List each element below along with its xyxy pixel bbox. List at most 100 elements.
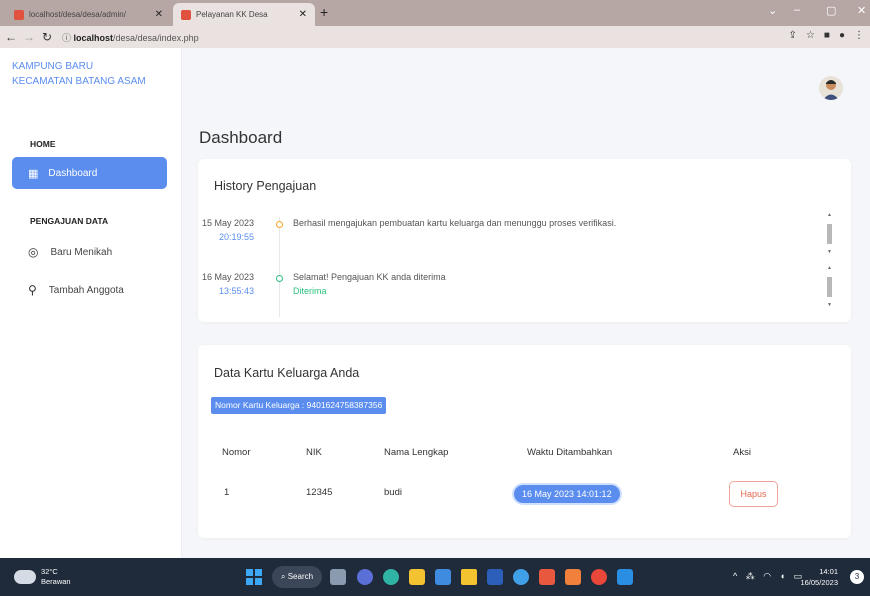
sidepanel-icon[interactable]: ■ bbox=[824, 30, 830, 41]
history-date-day: 15 May 2023 bbox=[201, 218, 254, 228]
edge-icon[interactable] bbox=[383, 569, 399, 585]
kk-title: Data Kartu Keluarga Anda bbox=[214, 366, 360, 380]
history-scrollbar-1[interactable]: ▲ ▼ bbox=[825, 212, 834, 256]
xampp-icon[interactable] bbox=[565, 569, 581, 585]
history-entry: 16 May 2023 13:55:43 Selamat! Pengajuan … bbox=[198, 270, 818, 318]
scroll-thumb[interactable] bbox=[827, 277, 832, 297]
vscode-icon[interactable] bbox=[617, 569, 633, 585]
menu-icon[interactable]: ⋮ bbox=[854, 30, 864, 41]
column-header-aksi: Aksi bbox=[733, 447, 751, 458]
store-icon[interactable] bbox=[435, 569, 451, 585]
section-pengajuan: PENGAJUAN DATA bbox=[30, 216, 109, 226]
cell-nama: budi bbox=[384, 487, 402, 498]
history-text: Selamat! Pengajuan KK anda diterima Dite… bbox=[293, 270, 446, 298]
taskbar: 32°C Berawan ⌕ Search ^ ⁂ ◠ ◖ ▭ 14:01 16… bbox=[0, 558, 870, 596]
clock-time: 14:01 bbox=[819, 567, 838, 576]
new-tab-button[interactable]: + bbox=[320, 4, 328, 20]
scroll-down-icon[interactable]: ▼ bbox=[827, 249, 832, 255]
clock[interactable]: 14:01 16/05/2023 bbox=[800, 566, 838, 588]
page-title: Dashboard bbox=[199, 128, 283, 147]
hapus-button[interactable]: Hapus bbox=[729, 481, 778, 507]
browser-tab-bar: localhost/desa/desa/admin/ ✕ Pelayanan K… bbox=[0, 0, 870, 26]
column-header-waktu: Waktu Ditambahkan bbox=[527, 447, 613, 458]
close-icon[interactable]: ✕ bbox=[299, 9, 307, 20]
history-message: Selamat! Pengajuan KK anda diterima bbox=[293, 272, 446, 282]
word-icon[interactable] bbox=[487, 569, 503, 585]
app-icon[interactable] bbox=[539, 569, 555, 585]
section-home: HOME bbox=[30, 139, 56, 149]
browser-tab-pelayanan[interactable]: Pelayanan KK Desa ✕ bbox=[173, 3, 315, 26]
user-plus-icon: ⚲ bbox=[28, 283, 37, 297]
favicon-icon bbox=[14, 9, 24, 20]
chrome-icon[interactable] bbox=[591, 569, 607, 585]
favicon-icon bbox=[181, 9, 191, 20]
scroll-up-icon[interactable]: ▲ bbox=[827, 212, 832, 218]
scroll-up-icon[interactable]: ▲ bbox=[827, 265, 832, 271]
timeline-dot bbox=[276, 275, 283, 282]
column-header-nomor: Nomor bbox=[222, 447, 251, 458]
kk-number-badge: Nomor Kartu Keluarga : 9401624758387356 bbox=[211, 397, 387, 414]
brand[interactable]: KAMPUNG BARU KECAMATAN BATANG ASAM bbox=[12, 59, 146, 89]
column-header-nama: Nama Lengkap bbox=[384, 447, 449, 458]
history-scrollbar-2[interactable]: ▲ ▼ bbox=[825, 265, 834, 309]
sidebar-item-label: Tambah Anggota bbox=[48, 284, 124, 296]
address-bar: ← → ↻ ⓘ localhost/desa/desa/index.php ⇪ … bbox=[0, 26, 870, 48]
cell-waktu-badge: 16 May 2023 14:01:12 bbox=[514, 485, 620, 503]
kk-card: Data Kartu Keluarga Anda bbox=[198, 345, 851, 538]
star-icon[interactable]: ☆ bbox=[806, 30, 815, 41]
profile-icon[interactable]: ● bbox=[839, 30, 845, 41]
user-circle-icon: ◎ bbox=[28, 245, 39, 259]
weather-temp: 32°C bbox=[41, 567, 58, 576]
file-explorer-icon[interactable] bbox=[409, 569, 425, 585]
restore-icon[interactable]: ▢ bbox=[826, 4, 836, 17]
history-entry: 15 May 2023 20:19:55 Berhasil mengajukan… bbox=[198, 216, 818, 264]
reload-icon[interactable]: ↻ bbox=[40, 30, 54, 44]
url-path: /desa/desa/index.php bbox=[113, 32, 199, 43]
chat-icon[interactable] bbox=[357, 569, 373, 585]
scroll-down-icon[interactable]: ▼ bbox=[827, 302, 832, 308]
column-header-nik: NIK bbox=[306, 447, 322, 458]
minimize-icon[interactable]: – bbox=[794, 4, 800, 16]
forward-icon[interactable]: → bbox=[22, 30, 36, 44]
task-view-icon[interactable] bbox=[330, 569, 346, 585]
history-card: History Pengajuan 15 May 2023 20:19:55 B… bbox=[198, 159, 851, 322]
avatar-image bbox=[823, 80, 839, 100]
history-date-time: 20:19:55 bbox=[218, 232, 254, 242]
system-tray[interactable]: ^ ⁂ ◠ ◖ ▭ bbox=[733, 571, 805, 582]
windows-start-icon[interactable] bbox=[246, 569, 262, 585]
share-icon[interactable]: ⇪ bbox=[789, 30, 797, 41]
url-field[interactable]: ⓘ localhost/desa/desa/index.php bbox=[62, 31, 199, 44]
cell-nik: 12345 bbox=[306, 487, 333, 498]
close-window-icon[interactable]: ✕ bbox=[857, 4, 866, 17]
sidebar-item-label: Baru Menikah bbox=[50, 246, 113, 258]
back-icon[interactable]: ← bbox=[4, 30, 18, 44]
sidebar-item-label: Dashboard bbox=[48, 167, 98, 179]
avatar[interactable] bbox=[819, 76, 843, 100]
history-date-time: 13:55:43 bbox=[218, 286, 254, 296]
close-icon[interactable]: ✕ bbox=[155, 9, 163, 20]
brand-line-2: KECAMATAN BATANG ASAM bbox=[12, 76, 146, 87]
history-date: 15 May 2023 20:19:55 bbox=[202, 216, 254, 244]
app-icon[interactable] bbox=[513, 569, 529, 585]
chevron-down-icon[interactable]: ⌄ bbox=[768, 4, 777, 17]
sidebar-item-baru-menikah[interactable]: ◎ Baru Menikah bbox=[28, 245, 112, 259]
history-text: Berhasil mengajukan pembuatan kartu kelu… bbox=[293, 218, 617, 228]
sidebar-item-dashboard[interactable]: ▦ Dashboard bbox=[12, 157, 167, 189]
browser-tab-admin[interactable]: localhost/desa/desa/admin/ ✕ bbox=[6, 3, 171, 26]
notification-icon[interactable]: 3 bbox=[850, 570, 864, 584]
brand-line-1: KAMPUNG BARU bbox=[12, 61, 94, 72]
weather-widget[interactable]: 32°C Berawan bbox=[14, 567, 71, 587]
sidebar-item-tambah-anggota[interactable]: ⚲ Tambah Anggota bbox=[28, 283, 124, 297]
toolbar-icons: ⇪ ☆ ■ ● ⋮ bbox=[789, 30, 864, 41]
cell-nomor: 1 bbox=[224, 487, 230, 498]
info-icon: ⓘ bbox=[62, 32, 74, 43]
search-label: Search bbox=[287, 572, 314, 581]
tab-title: Pelayanan KK Desa bbox=[196, 10, 268, 19]
taskbar-search[interactable]: ⌕ Search bbox=[272, 566, 322, 588]
scroll-thumb[interactable] bbox=[827, 224, 832, 244]
weather-desc: Berawan bbox=[41, 577, 71, 586]
sidebar: KAMPUNG BARU KECAMATAN BATANG ASAM HOME … bbox=[0, 48, 182, 558]
timeline-dot bbox=[276, 221, 283, 228]
app-icon[interactable] bbox=[461, 569, 477, 585]
history-title: History Pengajuan bbox=[214, 179, 317, 193]
